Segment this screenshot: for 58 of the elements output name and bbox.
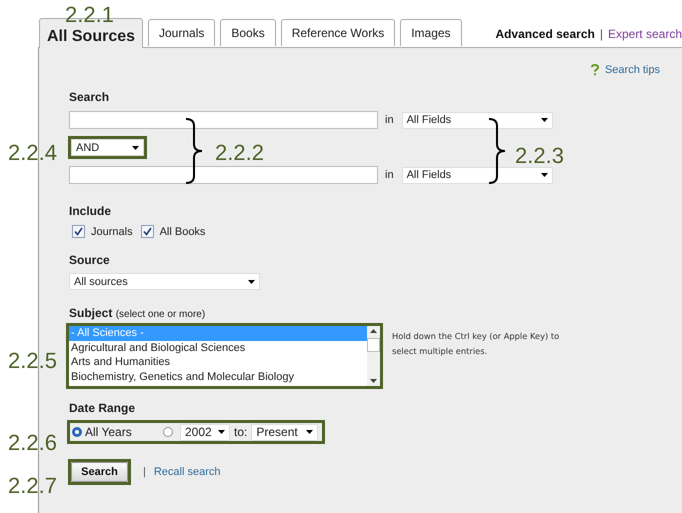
caret-icon: [540, 173, 548, 177]
separator-text: |: [143, 466, 146, 478]
expert-search-link[interactable]: Expert search: [608, 27, 682, 41]
subject-listbox[interactable]: - All Sciences - Agricultural and Biological Sciences Arts and Humanities Biochemistry, Genetics and Molecular Biology: [69, 326, 380, 386]
annotation-number: 2.2.6: [8, 432, 57, 454]
field-dropdown[interactable]: All Fields: [402, 112, 553, 128]
caret-icon: [540, 118, 548, 122]
separator-text: |: [600, 27, 603, 41]
radio-button[interactable]: [72, 427, 82, 437]
source-dropdown[interactable]: All sources: [69, 273, 260, 290]
hint-text: (select one or more): [116, 309, 206, 320]
operator-dropdown[interactable]: AND: [71, 139, 144, 156]
annotation-number: 2.2.7: [8, 475, 57, 497]
list-option[interactable]: Biochemistry, Genetics and Molecular Biology: [69, 370, 367, 384]
checkbox[interactable]: [140, 225, 154, 238]
brace-drawing: [488, 118, 506, 184]
caret-icon: [218, 430, 225, 434]
list-option[interactable]: Arts and Humanities: [69, 355, 367, 370]
current-page-label: Advanced search: [495, 27, 595, 41]
radio-button[interactable]: [163, 427, 173, 437]
section-label: Source: [69, 253, 111, 267]
list-option[interactable]: Agricultural and Biological Sciences: [69, 340, 367, 355]
checkbox[interactable]: [72, 225, 85, 238]
section-label: Include: [69, 204, 112, 218]
checkbox-label: Journals: [91, 226, 133, 238]
in-label: in: [385, 114, 394, 126]
annotation-number: 2.2.2: [215, 142, 264, 164]
search-input-field[interactable]: [69, 111, 378, 129]
tab[interactable]: Books: [220, 19, 276, 46]
search-tips-link[interactable]: Search tips: [590, 64, 660, 76]
radio-label: All Years: [85, 425, 133, 439]
annotation-number: 2.2.5: [8, 350, 57, 372]
caret-icon: [132, 146, 139, 150]
section-label: Subject: [69, 306, 112, 320]
caret-icon: [248, 280, 255, 284]
to-label: to:: [234, 425, 248, 439]
section-label: Date Range: [69, 401, 136, 415]
year-dropdown[interactable]: Present: [251, 424, 318, 440]
annotation-number: 2.2.4: [8, 142, 57, 164]
tab[interactable]: Reference Works: [280, 19, 396, 46]
down-arrow-icon: [370, 379, 377, 383]
brace-drawing: [185, 118, 203, 184]
search-button[interactable]: Search: [71, 462, 128, 482]
field-dropdown[interactable]: All Fields: [402, 166, 553, 184]
in-label: in: [385, 169, 394, 181]
scrollbar[interactable]: [367, 326, 380, 386]
year-dropdown[interactable]: 2002: [180, 424, 230, 440]
tab[interactable]: Journals: [148, 19, 216, 46]
up-arrow-icon: [370, 329, 377, 333]
tab[interactable]: Images: [400, 19, 462, 46]
section-label: Search: [69, 90, 110, 104]
help-icon: [590, 64, 599, 76]
checkbox-label: All Books: [160, 226, 206, 238]
search-input-field[interactable]: [69, 166, 378, 184]
caret-icon: [306, 430, 314, 434]
recall-search-link[interactable]: Recall search: [154, 466, 220, 478]
help-text: Hold down the Ctrl key (or Apple Key) to select multiple entries.: [392, 330, 560, 358]
annotation-number: 2.2.3: [515, 145, 564, 167]
